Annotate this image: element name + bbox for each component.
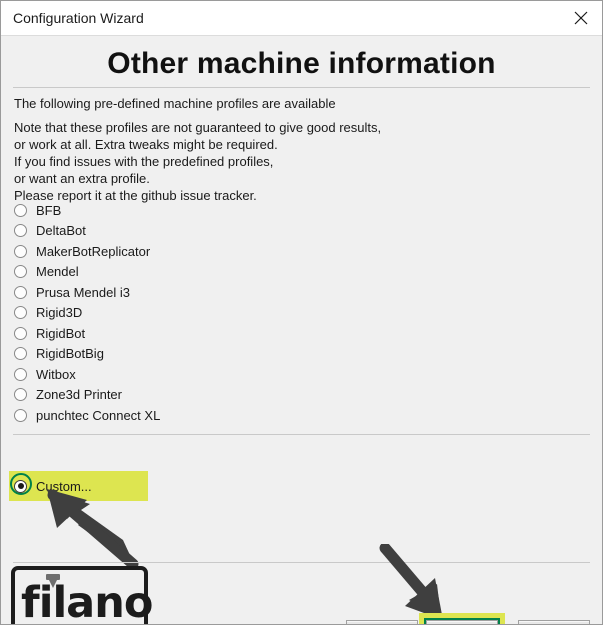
cancel-button[interactable]: Cancel — [518, 620, 590, 624]
note-line: If you find issues with the predefined p… — [14, 154, 274, 169]
window-title: Configuration Wizard — [13, 10, 144, 26]
radio-circle-icon — [14, 306, 27, 320]
note-line: or work at all. Extra tweaks might be re… — [14, 137, 278, 152]
radio-label: RigidBotBig — [36, 346, 104, 362]
wizard-content: Other machine information The following … — [1, 36, 602, 624]
radio-circle-icon — [14, 326, 27, 340]
divider-above-footer — [13, 562, 590, 563]
annotation-arrow-to-next — [379, 544, 455, 622]
page-title: Other machine information — [107, 47, 496, 80]
radio-circle-selected-icon — [14, 479, 27, 493]
radio-label: MakerBotReplicator — [36, 243, 151, 259]
configuration-wizard-window: Configuration Wizard Other machine infor… — [0, 0, 603, 625]
radio-label: Custom... — [36, 478, 92, 494]
radio-circle-icon — [14, 285, 27, 299]
note-line: or want an extra profile. — [14, 171, 150, 186]
radio-option-prusa-mendel-i3[interactable]: Prusa Mendel i3 — [14, 282, 414, 303]
radio-label: BFB — [36, 202, 62, 218]
radio-option-rigid3d[interactable]: Rigid3D — [14, 303, 414, 324]
radio-circle-icon — [14, 367, 27, 381]
radio-circle-icon — [14, 408, 27, 422]
radio-option-custom[interactable]: Custom... — [14, 477, 92, 495]
next-button[interactable]: Next > — [426, 620, 498, 624]
intro-text: The following pre-defined machine profil… — [14, 96, 336, 111]
radio-label: Mendel — [36, 264, 79, 280]
radio-label: DeltaBot — [36, 223, 86, 239]
radio-option-bfb[interactable]: BFB — [14, 200, 414, 221]
radio-label: RigidBot — [36, 325, 86, 341]
radio-label: punchtec Connect XL — [36, 407, 161, 423]
radio-label: Witbox — [36, 366, 76, 382]
radio-circle-icon — [14, 244, 27, 258]
radio-option-deltabot[interactable]: DeltaBot — [14, 221, 414, 242]
radio-option-mendel[interactable]: Mendel — [14, 262, 414, 283]
back-button[interactable]: < Back — [346, 620, 418, 624]
filano-logo: filano — [11, 566, 153, 624]
radio-option-rigidbotbig[interactable]: RigidBotBig — [14, 344, 414, 365]
radio-circle-icon — [14, 388, 27, 402]
radio-circle-icon — [14, 265, 27, 279]
radio-option-punchtec-connect-xl[interactable]: punchtec Connect XL — [14, 405, 414, 426]
divider-above-custom — [13, 434, 590, 435]
close-icon[interactable] — [558, 1, 602, 35]
window-titlebar: Configuration Wizard — [1, 1, 602, 36]
radio-label: Zone3d Printer — [36, 387, 122, 403]
radio-circle-icon — [14, 203, 27, 217]
machine-profile-radio-group: BFB DeltaBot MakerBotReplicator Mendel P… — [14, 200, 414, 426]
logo-text: filano — [21, 578, 153, 625]
radio-option-makerbotreplicator[interactable]: MakerBotReplicator — [14, 241, 414, 262]
note-text: Note that these profiles are not guarant… — [14, 119, 381, 204]
divider-below-title — [13, 87, 590, 88]
radio-label: Rigid3D — [36, 305, 83, 321]
radio-option-witbox[interactable]: Witbox — [14, 364, 414, 385]
radio-option-rigidbot[interactable]: RigidBot — [14, 323, 414, 344]
note-line: Note that these profiles are not guarant… — [14, 120, 382, 135]
radio-option-zone3d-printer[interactable]: Zone3d Printer — [14, 385, 414, 406]
radio-circle-icon — [14, 224, 27, 238]
radio-label: Prusa Mendel i3 — [36, 284, 130, 300]
radio-circle-icon — [14, 347, 27, 361]
